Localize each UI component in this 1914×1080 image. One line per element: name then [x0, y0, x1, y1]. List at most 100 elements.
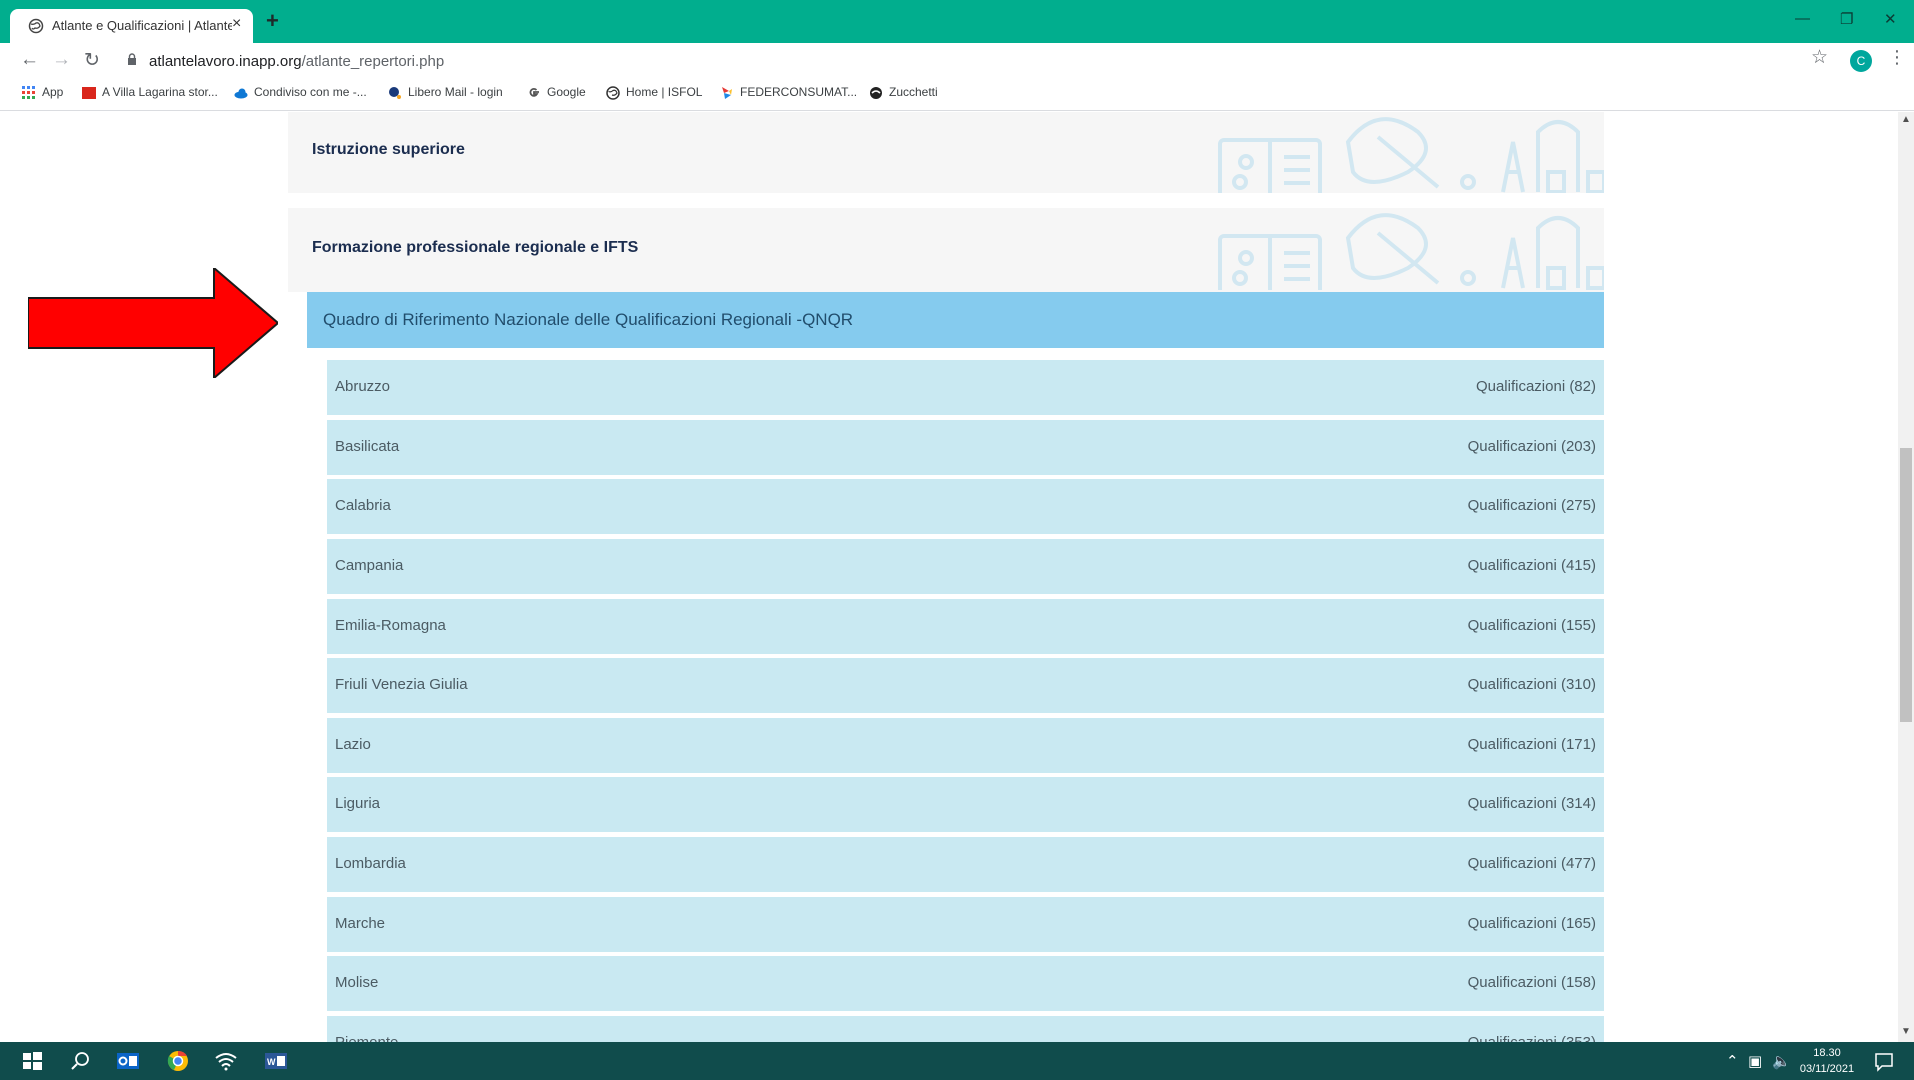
qualifications-link[interactable]: Qualificazioni (310): [1468, 676, 1596, 693]
page-content: Istruzione superiore Formazione professi…: [0, 112, 1898, 1042]
restore-icon[interactable]: ❐: [1840, 10, 1853, 28]
bookmark-app[interactable]: App: [22, 85, 63, 100]
scroll-down-icon[interactable]: ▼: [1901, 1026, 1911, 1037]
bookmark-label: Condiviso con me -...: [254, 85, 367, 99]
qnqr-title: Quadro di Riferimento Nazionale delle Qu…: [323, 310, 854, 329]
bookmark-zucchetti[interactable]: Zucchetti: [869, 85, 938, 100]
libero-icon: [389, 86, 401, 99]
bookmarks-bar: App A Villa Lagarina stor... Condiviso c…: [0, 79, 1914, 111]
bookmark-condiviso[interactable]: Condiviso con me -...: [234, 85, 367, 100]
minimize-icon[interactable]: —: [1795, 10, 1810, 27]
windows-start-icon[interactable]: [20, 1050, 44, 1072]
region-row-liguria[interactable]: Liguria Qualificazioni (314): [327, 777, 1604, 832]
region-name: Liguria: [335, 795, 381, 812]
region-row-lazio[interactable]: Lazio Qualificazioni (171): [327, 718, 1604, 773]
url-text: atlantelavoro.inapp.org/atlante_repertor…: [149, 53, 444, 70]
region-name: Friuli Venezia Giulia: [335, 676, 468, 693]
bookmark-label: FEDERCONSUMAT...: [740, 85, 858, 99]
bookmark-label: Home | ISFOL: [626, 85, 703, 99]
region-row-piemonte[interactable]: Piemonte Qualificazioni (353): [327, 1016, 1604, 1042]
education-decoration: [1218, 213, 1604, 290]
outlook-icon[interactable]: [116, 1050, 140, 1072]
bookmark-star-icon[interactable]: ☆: [1811, 46, 1828, 69]
qualifications-link[interactable]: Qualificazioni (353): [1468, 1034, 1596, 1042]
bookmark-federconsumatori[interactable]: FEDERCONSUMAT...: [720, 85, 857, 100]
qualifications-link[interactable]: Qualificazioni (477): [1468, 855, 1596, 872]
address-bar[interactable]: atlantelavoro.inapp.org/atlante_repertor…: [113, 47, 1823, 75]
region-row-calabria[interactable]: Calabria Qualificazioni (275): [327, 479, 1604, 534]
chrome-icon[interactable]: [166, 1050, 190, 1072]
page-scrollbar[interactable]: ▲ ▼: [1898, 112, 1914, 1042]
clock-time: 18.30: [1813, 1047, 1841, 1059]
tab-close-icon[interactable]: ×: [232, 15, 241, 33]
tray-chevron-icon[interactable]: ⌃: [1726, 1052, 1739, 1070]
back-arrow-icon[interactable]: ←: [20, 49, 39, 71]
region-row-emilia-romagna[interactable]: Emilia-Romagna Qualificazioni (155): [327, 599, 1604, 654]
lock-icon: [128, 53, 136, 65]
reload-icon[interactable]: ↻: [84, 49, 100, 72]
notifications-icon[interactable]: [1872, 1050, 1896, 1072]
zucchetti-icon: [870, 86, 882, 99]
region-name: Calabria: [335, 497, 391, 514]
section-istruzione-superiore[interactable]: Istruzione superiore: [288, 112, 1604, 193]
system-clock[interactable]: 18.30 03/11/2021: [1792, 1045, 1862, 1077]
network-icon[interactable]: ▣: [1748, 1052, 1762, 1070]
section-formazione-professionale[interactable]: Formazione professionale regionale e IFT…: [288, 208, 1604, 292]
qnqr-header[interactable]: Quadro di Riferimento Nazionale delle Qu…: [307, 292, 1604, 348]
region-name: Lazio: [335, 736, 371, 753]
region-row-basilicata[interactable]: Basilicata Qualificazioni (203): [327, 420, 1604, 475]
browser-window: Atlante e Qualificazioni | Atlante × + —…: [0, 0, 1914, 1080]
new-tab-button[interactable]: +: [266, 10, 279, 32]
section-title: Formazione professionale regionale e IFT…: [312, 239, 639, 256]
forward-arrow-icon[interactable]: →: [52, 49, 71, 71]
region-name: Abruzzo: [335, 378, 391, 395]
region-row-campania[interactable]: Campania Qualificazioni (415): [327, 539, 1604, 594]
globe-icon: [606, 86, 620, 100]
wifi-icon[interactable]: [214, 1050, 238, 1072]
region-row-marche[interactable]: Marche Qualificazioni (165): [327, 897, 1604, 952]
region-name: Lombardia: [335, 855, 406, 872]
education-decoration: [1218, 117, 1604, 193]
tab-title: Atlante e Qualificazioni | Atlante: [52, 18, 232, 33]
address-toolbar: ← → ↻ atlantelavoro.inapp.org/atlante_re…: [0, 43, 1914, 79]
bookmark-label: Zucchetti: [889, 85, 938, 99]
scroll-thumb[interactable]: [1900, 448, 1912, 722]
qualifications-link[interactable]: Qualificazioni (415): [1468, 557, 1596, 574]
scroll-up-icon[interactable]: ▲: [1901, 114, 1911, 125]
clock-date: 03/11/2021: [1799, 1063, 1855, 1075]
bookmark-villa-lagarina[interactable]: A Villa Lagarina stor...: [82, 85, 218, 100]
profile-avatar[interactable]: C: [1850, 50, 1872, 72]
browser-menu-icon[interactable]: ⋮: [1888, 47, 1906, 68]
region-name: Basilicata: [335, 438, 400, 455]
region-name: Marche: [335, 915, 386, 932]
bookmark-google[interactable]: Google: [527, 85, 586, 100]
region-name: Molise: [335, 974, 379, 991]
qualifications-link[interactable]: Qualificazioni (165): [1468, 915, 1596, 932]
bookmark-label: Google: [547, 85, 586, 99]
region-row-abruzzo[interactable]: Abruzzo Qualificazioni (82): [327, 360, 1604, 415]
bookmark-isfol[interactable]: Home | ISFOL: [606, 85, 702, 100]
bookmark-label: Libero Mail - login: [408, 85, 503, 99]
bookmark-libero[interactable]: Libero Mail - login: [388, 85, 503, 100]
qualifications-link[interactable]: Qualificazioni (155): [1468, 617, 1596, 634]
region-name: Campania: [335, 557, 404, 574]
window-close-icon[interactable]: ✕: [1884, 10, 1897, 28]
red-arrow-icon: [28, 268, 278, 378]
qualifications-link[interactable]: Qualificazioni (275): [1468, 497, 1596, 514]
search-icon[interactable]: [68, 1050, 92, 1072]
word-icon[interactable]: W: [264, 1050, 288, 1072]
region-row-friuli-venezia-giulia[interactable]: Friuli Venezia Giulia Qualificazioni (31…: [327, 658, 1604, 713]
volume-icon[interactable]: 🔈: [1772, 1052, 1791, 1070]
browser-tab[interactable]: Atlante e Qualificazioni | Atlante ×: [10, 9, 253, 43]
region-row-lombardia[interactable]: Lombardia Qualificazioni (477): [327, 837, 1604, 892]
url-path: /atlante_repertori.php: [301, 53, 445, 70]
qualifications-link[interactable]: Qualificazioni (82): [1476, 378, 1596, 395]
qualifications-link[interactable]: Qualificazioni (203): [1468, 438, 1596, 455]
region-row-molise[interactable]: Molise Qualificazioni (158): [327, 956, 1604, 1011]
qualifications-link[interactable]: Qualificazioni (314): [1468, 795, 1596, 812]
qualifications-link[interactable]: Qualificazioni (158): [1468, 974, 1596, 991]
qualifications-link[interactable]: Qualificazioni (171): [1468, 736, 1596, 753]
svg-text:W: W: [267, 1057, 276, 1067]
globe-icon: [28, 18, 44, 34]
bookmark-label: App: [42, 85, 64, 99]
